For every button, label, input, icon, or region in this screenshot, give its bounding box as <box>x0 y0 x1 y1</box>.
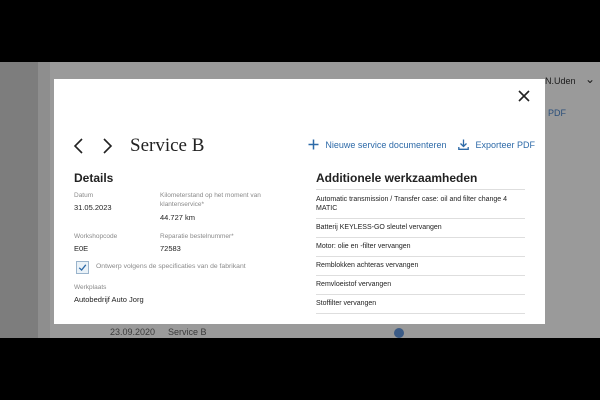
service-nav: Service B <box>72 135 204 157</box>
plus-icon <box>308 139 319 150</box>
list-item: Automatic transmission / Transfer case: … <box>316 189 525 219</box>
details-heading: Details <box>74 171 114 185</box>
additional-work-list: Automatic transmission / Transfer case: … <box>316 189 525 314</box>
row-service: Service B <box>168 327 207 337</box>
background-sidebar <box>38 62 50 338</box>
export-pdf-label: Exporteer PDF <box>475 139 535 150</box>
letterbox-top <box>0 0 600 62</box>
service-detail-modal: Service B Nieuwe service documenteren Ex… <box>54 79 545 324</box>
list-item: Stoffilter vervangen <box>316 295 525 314</box>
new-service-label: Nieuwe service documenteren <box>325 139 447 150</box>
repair-order-value: 72583 <box>160 244 181 253</box>
new-service-button[interactable]: Nieuwe service documenteren <box>308 139 446 150</box>
page-title: Service B <box>130 135 205 156</box>
spec-checkbox-label: Ontwerp volgens de specificaties van de … <box>96 263 246 270</box>
close-icon[interactable] <box>517 89 531 103</box>
list-item: Remvloeistof vervangen <box>316 276 525 295</box>
workshop-label: Werkplaats <box>74 284 107 291</box>
modal-actions: Nieuwe service documenteren Exporteer PD… <box>308 139 535 150</box>
checkmark-icon <box>78 264 87 271</box>
km-label: Kilometerstand op het moment van klanten… <box>160 192 261 208</box>
workshop-code-label: Workshopcode <box>74 233 118 240</box>
row-document-icon <box>394 328 404 338</box>
list-item: Remblokken achteras vervangen <box>316 257 525 276</box>
user-name[interactable]: N.Uden <box>545 76 576 86</box>
spec-checkbox[interactable] <box>76 261 89 274</box>
list-item: Motor: olie en -filter vervangen <box>316 238 525 257</box>
workshop-code-value: E0E <box>74 244 89 253</box>
list-item: Batterij KEYLESS-GO sleutel vervangen <box>316 219 525 238</box>
background-pdf-link[interactable]: PDF <box>548 108 566 118</box>
km-value: 44.727 km <box>160 213 196 222</box>
background-history-row: 23.09.2020 Service B <box>68 322 588 338</box>
additional-work-heading: Additionele werkzaamheden <box>316 171 478 185</box>
chevron-left-icon[interactable] <box>72 137 86 155</box>
export-pdf-button[interactable]: Exporteer PDF <box>458 139 535 150</box>
date-value: 31.05.2023 <box>74 203 112 212</box>
letterbox-bottom <box>0 338 600 400</box>
chevron-down-icon[interactable]: ⌄ <box>585 72 595 86</box>
row-date: 23.09.2020 <box>110 327 156 337</box>
workshop-value: Autobedrijf Auto Jorg <box>74 295 144 304</box>
chevron-right-icon[interactable] <box>100 137 114 155</box>
date-label: Datum <box>74 192 94 199</box>
download-icon <box>458 139 470 150</box>
repair-order-label: Reparatie bestelnummer* <box>160 233 234 240</box>
